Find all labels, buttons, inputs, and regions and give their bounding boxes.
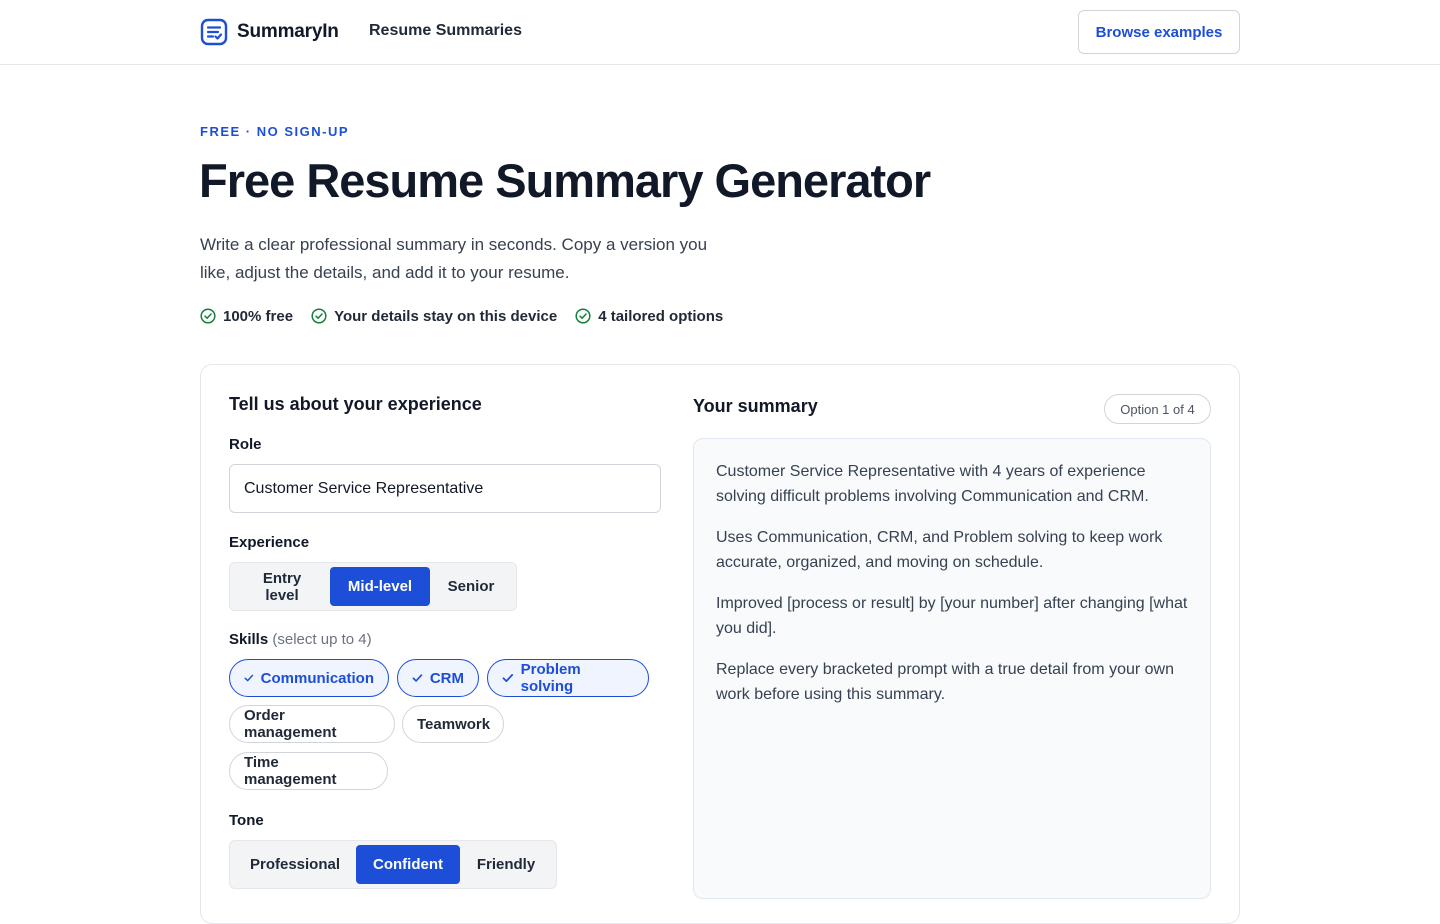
skill-chip-label: CRM [429,669,464,687]
checkmark-icon [244,674,254,682]
experience-option-mid-level[interactable]: Mid-level [330,567,430,606]
skill-chip-label: Problem solving [520,661,581,695]
badge-free: 100% free [200,308,293,325]
nav-link-resume-summaries[interactable]: Resume Summaries [369,22,522,40]
check-circle-icon [200,308,216,324]
skill-chip-label: Communication [260,669,374,687]
skill-chip-communication[interactable]: Communication [229,659,389,697]
summary-paragraph: Replace every bracketed prompt with a tr… [716,661,1174,703]
top-navigation-bar: SummaryIn Resume Summaries Browse exampl… [0,0,1440,65]
badge-label: 4 tailored options [598,307,724,325]
tone-option-confident[interactable]: Confident [356,845,460,884]
role-label: Role [229,436,262,453]
skill-chip-label: Time management [244,754,337,788]
skill-chip-time-management[interactable]: Time management [229,752,388,790]
check-circle-icon [311,308,327,324]
badge-privacy: Your details stay on this device [311,308,557,325]
skill-chip-label: Order management [244,707,337,741]
role-input[interactable] [229,464,661,513]
skills-label-text: Skills [229,631,269,648]
summary-paragraph: Improved [process or result] by [your nu… [716,595,1188,637]
option-indicator: Option 1 of 4 [1104,394,1211,424]
experience-label: Experience [229,534,310,551]
badge-options: 4 tailored options [575,308,723,325]
checkmark-icon [412,674,423,682]
skill-chip-problem-solving[interactable]: Problem solving [487,659,649,697]
tone-option-professional[interactable]: Professional [234,845,356,884]
skills-label: Skills (select up to 4) [229,631,372,648]
skill-chip-teamwork[interactable]: Teamwork [402,705,504,743]
experience-option-senior[interactable]: Senior [430,567,512,606]
brand-logo[interactable]: SummaryIn [200,17,339,47]
badge-label: Your details stay on this device [334,307,558,325]
feature-badges: 100% free Your details stay on this devi… [200,305,741,327]
summary-output: Customer Service Representative with 4 y… [693,438,1211,899]
page-title: Free Resume Summary Generator [199,154,931,207]
experience-selector: Entry level Mid-level Senior [229,562,517,611]
badge-label: 100% free [223,307,294,325]
skill-chip-order-management[interactable]: Order management [229,705,395,743]
logo-icon [200,18,228,46]
hero-subtitle: Write a clear professional summary in se… [200,235,708,282]
form-title: Tell us about your experience [229,394,482,414]
tone-selector: Professional Confident Friendly [229,840,557,889]
brand-name: SummaryIn [237,21,339,42]
browse-examples-button[interactable]: Browse examples [1078,10,1240,54]
summary-title: Your summary [693,396,818,416]
tone-option-friendly[interactable]: Friendly [460,845,552,884]
hero-eyebrow: FREE · NO SIGN-UP [200,124,350,139]
skill-chip-label: Teamwork [417,715,491,733]
summary-paragraph: Customer Service Representative with 4 y… [716,463,1149,505]
tone-label: Tone [229,812,264,829]
summary-paragraph: Uses Communication, CRM, and Problem sol… [716,529,1163,571]
check-circle-icon [575,308,591,324]
checkmark-icon [502,674,514,682]
skills-hint: (select up to 4) [272,631,372,648]
skill-chip-crm[interactable]: CRM [397,659,479,697]
experience-option-entry-level[interactable]: Entry level [234,567,330,606]
